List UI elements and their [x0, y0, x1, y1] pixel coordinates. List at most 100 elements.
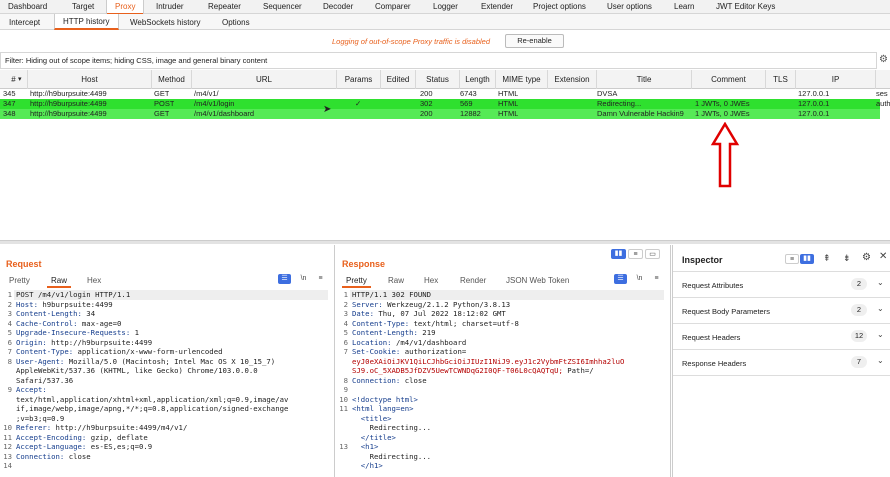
header-value: h9burpsuite:4499	[37, 299, 113, 309]
inspector-expand-icon[interactable]: ⇟	[843, 253, 851, 264]
header-value: AppleWebKit/537.36 (KHTML, like Gecko) C…	[16, 366, 258, 375]
main-tab-dashboard[interactable]: Dashboard	[8, 2, 47, 11]
header-name: Connection:	[16, 451, 65, 461]
proxy-tab-intercept[interactable]: Intercept	[9, 18, 40, 27]
column-header-extension[interactable]: Extension	[548, 70, 597, 89]
cell-method: POST	[154, 99, 175, 108]
proxy-tab-options[interactable]: Options	[222, 18, 250, 27]
main-tab-proxy[interactable]: Proxy	[106, 0, 145, 15]
layout-single-icon[interactable]: ▭	[645, 249, 660, 259]
filter-settings-gear-icon[interactable]: ⚙	[879, 54, 888, 65]
chevron-down-icon[interactable]: ⌄	[877, 356, 884, 365]
inspector-collapse-icon[interactable]: ⇞	[823, 253, 831, 264]
request-wrap-icon[interactable]: ☰	[278, 274, 291, 284]
header-name: Upgrade-Insecure-Requests:	[16, 328, 131, 337]
main-tab-jwt-editor-keys[interactable]: JWT Editor Keys	[716, 2, 775, 11]
inspector-section-request-headers[interactable]: Request Headers 12 ⌄	[673, 324, 890, 350]
column-header-tls[interactable]: TLS	[766, 70, 796, 89]
inspector-section-request-attributes[interactable]: Request Attributes 2 ⌄	[673, 272, 890, 298]
chevron-down-icon[interactable]: ⌄	[877, 278, 884, 287]
line-number: 3	[7, 309, 12, 318]
history-table-row[interactable]: 348 http://h9burpsuite:4499 GET/m4/v1/dash…	[0, 109, 880, 119]
main-tab-learn[interactable]: Learn	[674, 2, 694, 11]
code-line: User-Agent: Mozilla/5.0 (Macintosh; Inte…	[16, 357, 275, 367]
code-line: POST /m4/v1/login HTTP/1.1	[16, 290, 130, 300]
header-value: eyJ0eXAiOiJKV1QiLCJhbGciOiJIUzI1NiJ9.eyJ…	[352, 356, 625, 366]
column-header-mime-type[interactable]: MIME type	[496, 70, 548, 89]
request-tab-hex[interactable]: Hex	[87, 276, 101, 285]
code-line: </h1>	[352, 461, 383, 471]
code-line: eyJ0eXAiOiJKV1QiLCJhbGciOiJIUzI1NiJ9.eyJ…	[352, 357, 624, 367]
proxy-tab-websockets-history[interactable]: WebSockets history	[130, 18, 201, 27]
line-number: 12	[3, 442, 12, 451]
inspector-layout-split-icon[interactable]: ▮▮	[800, 254, 814, 264]
inspector-close-icon[interactable]: ✕	[879, 251, 887, 262]
inspector-title: Inspector	[682, 255, 723, 265]
column-header-edited[interactable]: Edited	[381, 70, 416, 89]
request-tab-pretty[interactable]: Pretty	[9, 276, 30, 285]
line-number: 1	[7, 290, 12, 299]
main-tab-comparer[interactable]: Comparer	[375, 2, 411, 11]
inspector-section-label: Request Headers	[682, 333, 741, 342]
column-header-length[interactable]: Length	[460, 70, 496, 89]
inspector-layout-rows-icon[interactable]: ≡	[785, 254, 799, 264]
cell-mime: HTML	[498, 109, 519, 118]
header-name: Connection:	[352, 375, 401, 385]
header-value: Thu, 07 Jul 2022 18:12:02 GMT	[373, 309, 506, 318]
response-wrap-icon[interactable]: ☰	[614, 274, 627, 284]
column-header-comment[interactable]: Comment	[692, 70, 766, 89]
main-tab-intruder[interactable]: Intruder	[156, 2, 184, 11]
column-header-title[interactable]: Title	[597, 70, 692, 89]
request-tab-raw[interactable]: Raw	[47, 274, 72, 288]
header-value: 219	[417, 328, 436, 337]
history-table-row[interactable]: 347 http://h9burpsuite:4499 POST/m4/v1/log…	[0, 99, 890, 109]
cell-comment: 1 JWTs, 0 JWEs	[695, 109, 750, 118]
response-newline-toggle[interactable]: \n	[633, 274, 646, 284]
request-newline-toggle[interactable]: \n	[297, 274, 310, 284]
response-menu-icon[interactable]: ≡	[650, 274, 663, 284]
cell-host: http://h9burpsuite:4499	[30, 89, 107, 98]
proxy-tab-http-history[interactable]: HTTP history	[54, 14, 119, 30]
main-tab-decoder[interactable]: Decoder	[323, 2, 353, 11]
response-tab-pretty[interactable]: Pretty	[342, 274, 371, 288]
layout-split-icon[interactable]: ▮▮	[611, 249, 626, 259]
response-tab-hex[interactable]: Hex	[424, 276, 438, 285]
response-tab-raw[interactable]: Raw	[388, 276, 404, 285]
inspector-section-count: 7	[851, 356, 867, 368]
logging-notice-bar: Logging of out-of-scope Proxy traffic is…	[0, 30, 890, 52]
column-header-ip[interactable]: IP	[796, 70, 876, 89]
header-value: if,image/webp,image/apng,*/*;q=0.8,appli…	[16, 404, 289, 413]
main-tab-user-options[interactable]: User options	[607, 2, 652, 11]
cell-extra: ses	[876, 89, 888, 98]
code-line: Accept-Language: es-ES,es;q=0.9	[16, 442, 152, 452]
main-tab-project-options[interactable]: Project options	[533, 2, 586, 11]
code-line: Content-Type: application/x-www-form-url…	[16, 347, 223, 357]
reenable-button[interactable]: Re-enable	[505, 34, 564, 48]
filter-bar[interactable]: Filter: Hiding out of scope items; hidin…	[0, 52, 877, 69]
main-tab-repeater[interactable]: Repeater	[208, 2, 241, 11]
code-line: Referer: http://h9burpsuite:4499/m4/v1/	[16, 423, 187, 433]
inspector-section-response-headers[interactable]: Response Headers 7 ⌄	[673, 350, 890, 376]
request-menu-icon[interactable]: ≡	[314, 274, 327, 284]
inspector-section-request-body-parameters[interactable]: Request Body Parameters 2 ⌄	[673, 298, 890, 324]
layout-rows-icon[interactable]: ≡	[628, 249, 643, 259]
column-header-method[interactable]: Method	[152, 70, 192, 89]
column-header-status[interactable]: Status	[416, 70, 460, 89]
split-divider[interactable]	[0, 240, 890, 244]
chevron-down-icon[interactable]: ⌄	[877, 330, 884, 339]
code-line: Safari/537.36	[16, 376, 73, 386]
history-table-row[interactable]: 345 http://h9burpsuite:4499 GET/m4/v1/200 6…	[0, 89, 888, 99]
response-tab-render[interactable]: Render	[460, 276, 486, 285]
column-header-number[interactable]: #	[0, 70, 28, 89]
response-tab-json-web-token[interactable]: JSON Web Token	[506, 276, 569, 285]
header-value: max-age=0	[77, 318, 122, 328]
chevron-down-icon[interactable]: ⌄	[877, 304, 884, 313]
column-header-params[interactable]: Params	[337, 70, 381, 89]
main-tab-logger[interactable]: Logger	[433, 2, 458, 11]
main-tab-extender[interactable]: Extender	[481, 2, 513, 11]
main-tab-sequencer[interactable]: Sequencer	[263, 2, 302, 11]
main-tab-target[interactable]: Target	[72, 2, 94, 11]
inspector-settings-gear-icon[interactable]: ⚙	[862, 252, 871, 263]
column-header-host[interactable]: Host	[28, 70, 152, 89]
column-header-url[interactable]: URL	[192, 70, 337, 89]
